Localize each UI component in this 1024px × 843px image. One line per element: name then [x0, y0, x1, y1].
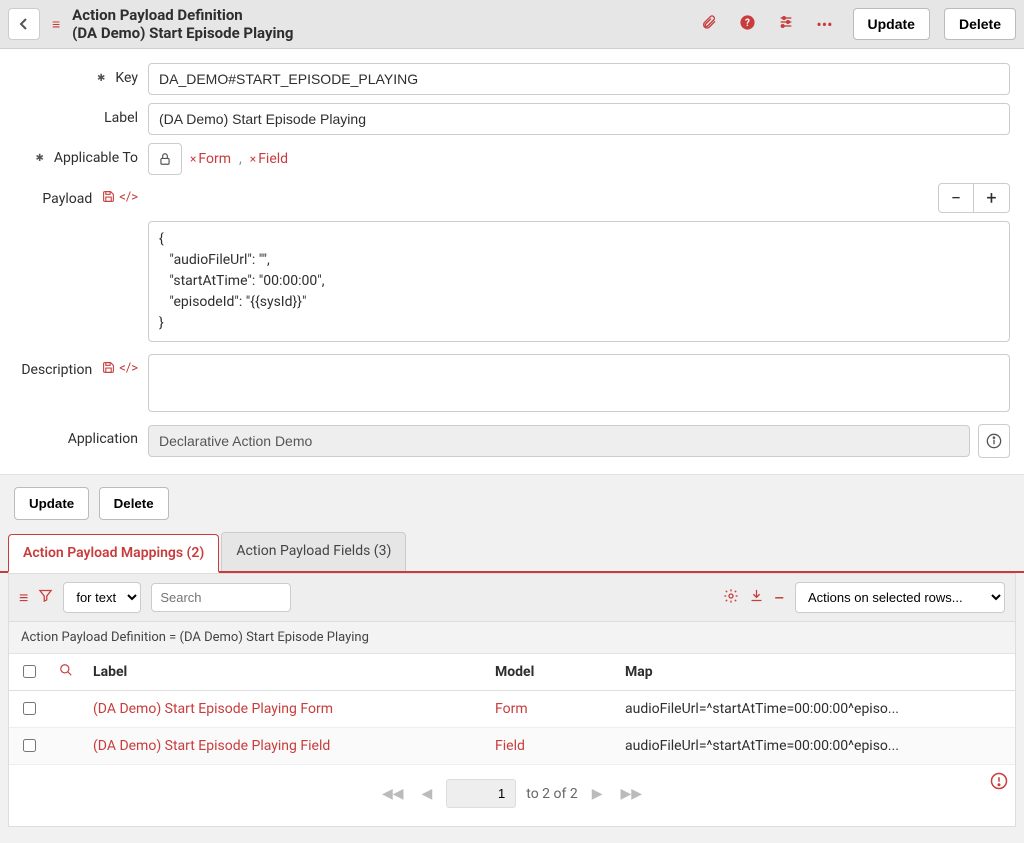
back-button[interactable]	[8, 8, 40, 40]
more-icon[interactable]: •••	[810, 15, 838, 34]
menu-icon[interactable]: ≡	[50, 16, 62, 33]
list-search-input[interactable]	[151, 583, 291, 612]
payload-label-text: Payload	[42, 191, 92, 207]
page-header: ≡ Action Payload Definition (DA Demo) St…	[0, 0, 1024, 49]
payload-collapse-button[interactable]: −	[938, 183, 974, 213]
export-icon[interactable]	[749, 588, 764, 607]
key-label: Key	[14, 63, 148, 86]
payload-label: Payload </>	[14, 183, 148, 207]
list-toolbar: ≡ for text − Actions on selected rows...	[9, 574, 1015, 622]
label-input[interactable]	[148, 103, 1010, 135]
gear-icon[interactable]	[723, 588, 739, 608]
tabs-row: Action Payload Mappings (2) Action Paylo…	[0, 532, 1024, 573]
chip-form[interactable]: ×Form	[190, 151, 231, 167]
chip-form-label: Form	[198, 151, 231, 167]
list-breadcrumb[interactable]: Action Payload Definition = (DA Demo) St…	[9, 622, 1015, 654]
lock-button[interactable]	[148, 143, 182, 175]
description-label-text: Description	[21, 362, 92, 378]
chip-field-label: Field	[258, 151, 288, 167]
col-map[interactable]: Map	[615, 654, 1015, 691]
chevron-left-icon	[18, 18, 30, 30]
delete-button-mid[interactable]: Delete	[99, 487, 169, 520]
help-icon[interactable]: ?	[733, 14, 762, 35]
row-actions-select[interactable]: Actions on selected rows...	[795, 582, 1005, 613]
pager: ◀◀ ◀ to 2 of 2 ▶ ▶▶	[9, 765, 1015, 826]
table-row: (DA Demo) Start Episode Playing Field Fi…	[9, 728, 1015, 765]
row-map: audioFileUrl=^startAtTime=00:00:00^episo…	[615, 728, 1015, 765]
applicable-label: Applicable To	[14, 143, 148, 166]
description-label: Description </>	[14, 354, 148, 378]
page-first-button[interactable]: ◀◀	[378, 786, 408, 802]
row-label-link[interactable]: (DA Demo) Start Episode Playing Form	[83, 691, 485, 728]
save-icon[interactable]	[102, 361, 115, 378]
header-titles: Action Payload Definition (DA Demo) Star…	[72, 6, 293, 42]
tab-fields[interactable]: Action Payload Fields (3)	[221, 532, 406, 571]
warning-icon[interactable]	[990, 772, 1008, 795]
page-next-button[interactable]: ▶	[588, 786, 607, 802]
mid-buttons: Update Delete	[0, 475, 1024, 532]
page-last-button[interactable]: ▶▶	[617, 786, 647, 802]
row-map: audioFileUrl=^startAtTime=00:00:00^episo…	[615, 691, 1015, 728]
page-range: to 2 of 2	[526, 786, 577, 802]
code-icon[interactable]: </>	[119, 361, 138, 378]
row-model-link[interactable]: Field	[485, 728, 615, 765]
label-label: Label	[14, 103, 148, 126]
chip-field[interactable]: ×Field	[250, 151, 288, 167]
attachment-icon[interactable]	[695, 14, 723, 34]
form-area: Key Label Applicable To ×Form, ×Field Pa…	[0, 49, 1024, 475]
row-model-link[interactable]: Form	[485, 691, 615, 728]
application-info-button[interactable]	[978, 424, 1010, 458]
settings-sliders-icon[interactable]	[772, 14, 800, 34]
tab-mappings[interactable]: Action Payload Mappings (2)	[8, 534, 219, 573]
remove-icon[interactable]: −	[774, 586, 785, 610]
col-label[interactable]: Label	[83, 654, 485, 691]
save-icon[interactable]	[102, 190, 115, 207]
list-menu-icon[interactable]: ≡	[19, 588, 28, 608]
page-subtitle: (DA Demo) Start Episode Playing	[72, 24, 293, 42]
select-all-checkbox[interactable]	[23, 665, 36, 678]
filter-icon[interactable]	[38, 588, 53, 607]
payload-expand-button[interactable]: +	[974, 183, 1010, 213]
row-checkbox[interactable]	[23, 702, 36, 715]
payload-textarea[interactable]	[148, 221, 1010, 342]
row-label-link[interactable]: (DA Demo) Start Episode Playing Field	[83, 728, 485, 765]
row-search-icon[interactable]	[49, 654, 83, 691]
search-mode-select[interactable]: for text	[63, 582, 141, 613]
related-list: ≡ for text − Actions on selected rows...…	[8, 573, 1016, 827]
application-input	[148, 425, 970, 457]
page-prev-button[interactable]: ◀	[418, 786, 437, 802]
code-icon[interactable]: </>	[119, 190, 138, 207]
update-button-header[interactable]: Update	[853, 8, 930, 40]
svg-text:?: ?	[745, 18, 750, 29]
row-checkbox[interactable]	[23, 739, 36, 752]
description-textarea[interactable]	[148, 354, 1010, 412]
lock-icon	[158, 152, 172, 166]
key-input[interactable]	[148, 63, 1010, 95]
page-title: Action Payload Definition	[72, 6, 293, 24]
application-label: Application	[14, 424, 148, 447]
update-button-mid[interactable]: Update	[14, 487, 89, 520]
delete-button-header[interactable]: Delete	[944, 8, 1016, 40]
table-row: (DA Demo) Start Episode Playing Form For…	[9, 691, 1015, 728]
col-model[interactable]: Model	[485, 654, 615, 691]
page-current-input[interactable]	[446, 779, 516, 808]
info-icon	[986, 433, 1002, 449]
data-table: Label Model Map (DA Demo) Start Episode …	[9, 654, 1015, 765]
